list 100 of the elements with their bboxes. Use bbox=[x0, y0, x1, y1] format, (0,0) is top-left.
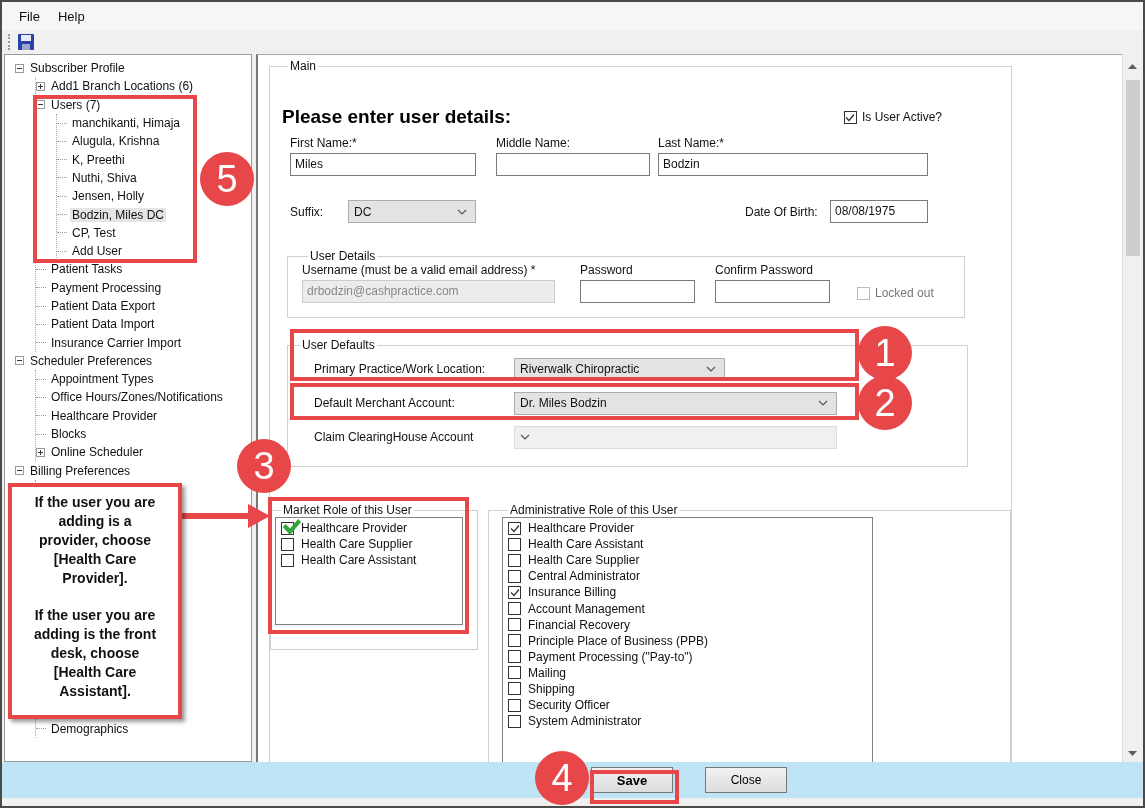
collapse-icon[interactable] bbox=[15, 63, 24, 73]
checkbox[interactable] bbox=[508, 682, 521, 696]
tree-item[interactable]: Alugula, Krishna bbox=[70, 134, 162, 149]
checkbox[interactable] bbox=[508, 521, 521, 535]
checkbox[interactable] bbox=[508, 714, 521, 728]
tree-item[interactable]: Insurance Carrier Import bbox=[49, 335, 184, 350]
field-label: Date Of Birth: bbox=[745, 204, 819, 219]
text-field[interactable] bbox=[496, 153, 650, 176]
checkbox-label: Payment Processing ("Pay-to") bbox=[528, 649, 693, 664]
expand-icon[interactable] bbox=[36, 447, 45, 457]
tree-item[interactable]: Scheduler Preferences bbox=[28, 353, 155, 368]
checkbox-label: Shipping bbox=[528, 682, 575, 696]
checkbox-label: Security Officer bbox=[528, 698, 610, 713]
field-label: Suffix: bbox=[290, 204, 325, 219]
tree-item[interactable]: Payment Processing bbox=[49, 280, 164, 295]
checkbox-label: Insurance Billing bbox=[528, 585, 617, 600]
checkbox[interactable] bbox=[508, 634, 521, 648]
group-title: Administrative Role of this User bbox=[509, 503, 679, 517]
tree-item[interactable]: Blocks bbox=[49, 427, 89, 442]
tree-item[interactable]: Demographics bbox=[49, 721, 131, 736]
tree-item[interactable]: Users (7) bbox=[49, 97, 103, 112]
chevron-down-icon bbox=[520, 434, 530, 440]
tree-item[interactable]: Subscriber Profile bbox=[28, 61, 127, 76]
chevron-down-icon bbox=[818, 400, 828, 406]
save-icon[interactable] bbox=[18, 34, 34, 50]
checkbox[interactable] bbox=[508, 537, 521, 551]
checkbox-label: Central Administrator bbox=[528, 569, 641, 584]
checkbox[interactable] bbox=[843, 110, 857, 124]
field-label: Password bbox=[580, 263, 634, 277]
text-field[interactable]: Miles bbox=[290, 153, 476, 176]
checkbox-label: Healthcare Provider bbox=[528, 521, 635, 536]
field-label: Claim ClearingHouse Account bbox=[314, 430, 475, 444]
collapse-icon[interactable] bbox=[36, 100, 45, 110]
field-label: Default Merchant Account: bbox=[314, 396, 456, 410]
collapse-icon[interactable] bbox=[15, 356, 24, 366]
tree-item[interactable]: Billing Preferences bbox=[28, 463, 133, 478]
checkbox[interactable] bbox=[508, 666, 521, 680]
checkbox-label: Health Care Assistant bbox=[528, 537, 644, 552]
checkbox[interactable] bbox=[508, 553, 521, 567]
checkbox-label: Principle Place of Business (PPB) bbox=[528, 633, 709, 648]
scrollbar[interactable] bbox=[1122, 54, 1143, 762]
checkbox[interactable] bbox=[508, 569, 521, 583]
checkbox[interactable] bbox=[508, 585, 521, 599]
close-button[interactable]: Close bbox=[705, 767, 787, 793]
scroll-down-icon[interactable] bbox=[1128, 751, 1137, 756]
tree-item[interactable]: Nuthi, Shiva bbox=[70, 170, 139, 185]
checkbox-label: Health Care Assistant bbox=[301, 553, 417, 568]
checkbox-label: Is User Active? bbox=[861, 110, 942, 124]
tree-item[interactable]: Patient Data Export bbox=[49, 299, 158, 313]
checkbox-label: Account Management bbox=[528, 601, 645, 616]
group-title: User Defaults bbox=[301, 338, 376, 352]
checkbox[interactable] bbox=[508, 602, 521, 615]
checkbox-label: Locked out bbox=[875, 286, 934, 300]
menu-item[interactable]: Help bbox=[48, 8, 94, 24]
chevron-down-icon bbox=[457, 208, 467, 215]
expand-icon[interactable] bbox=[36, 81, 45, 91]
tree-item[interactable]: CP, Test bbox=[70, 225, 118, 240]
suffix-dropdown[interactable]: DC bbox=[348, 200, 476, 223]
tree-item[interactable]: Appointment Types bbox=[49, 372, 156, 387]
checkbox[interactable] bbox=[281, 517, 301, 537]
field-label: Last Name:* bbox=[658, 136, 726, 150]
menu-item[interactable]: File bbox=[10, 8, 49, 24]
checkbox-label: Financial Recovery bbox=[528, 617, 631, 632]
collapse-icon[interactable] bbox=[15, 466, 24, 476]
checkbox-label: Mailing bbox=[528, 665, 566, 680]
text-field[interactable]: Bodzin bbox=[658, 153, 928, 176]
checkbox[interactable] bbox=[508, 650, 521, 664]
checkbox-label: System Administrator bbox=[528, 714, 642, 729]
tree-item[interactable]: Online Scheduler bbox=[49, 445, 146, 460]
callout-text: If the user you are adding is the front desk, choose [Health Care Assistant]. bbox=[32, 606, 158, 701]
tree-item[interactable]: manchikanti, Himaja bbox=[70, 116, 183, 131]
date-field[interactable]: 08/08/1975 bbox=[830, 200, 928, 223]
checkbox[interactable] bbox=[281, 537, 294, 551]
checkbox[interactable] bbox=[508, 698, 521, 712]
group-title: Main bbox=[289, 59, 317, 73]
dropdown[interactable]: Dr. Miles Bodzin bbox=[514, 391, 837, 415]
tree-item[interactable]: Add User bbox=[70, 244, 125, 259]
tree-item[interactable]: Patient Data Import bbox=[49, 317, 157, 332]
tree-item[interactable]: Add1 Branch Locations (6) bbox=[49, 79, 196, 94]
tree-item[interactable]: Healthcare Provider bbox=[49, 408, 160, 423]
tree-item[interactable]: K, Preethi bbox=[70, 152, 127, 167]
scroll-thumb[interactable] bbox=[1126, 80, 1140, 256]
chevron-down-icon bbox=[706, 366, 716, 372]
field-label: Middle Name: bbox=[496, 136, 572, 150]
checkbox-label: Health Care Supplier bbox=[528, 553, 640, 568]
checkbox-label: Healthcare Provider bbox=[301, 521, 408, 536]
tree-item[interactable]: Bodzin, Miles DC bbox=[70, 207, 167, 222]
tree-item[interactable]: Jensen, Holly bbox=[70, 189, 147, 204]
field-label: Confirm Password bbox=[715, 263, 815, 277]
callout-text: If the user you are adding is a provider, choose [Health Care Provider]. bbox=[33, 493, 157, 588]
password-field[interactable] bbox=[715, 280, 830, 303]
scroll-up-icon[interactable] bbox=[1128, 64, 1137, 69]
tree-item[interactable]: Patient Tasks bbox=[49, 262, 125, 277]
checkbox[interactable] bbox=[508, 618, 521, 632]
tree-item[interactable]: Office Hours/Zones/Notifications bbox=[49, 390, 225, 405]
password-field[interactable] bbox=[580, 280, 695, 303]
group-title: User Details bbox=[309, 249, 377, 263]
checkbox[interactable] bbox=[281, 553, 294, 567]
field-label: First Name:* bbox=[290, 136, 358, 150]
group-title: Market Role of this User bbox=[282, 503, 413, 517]
